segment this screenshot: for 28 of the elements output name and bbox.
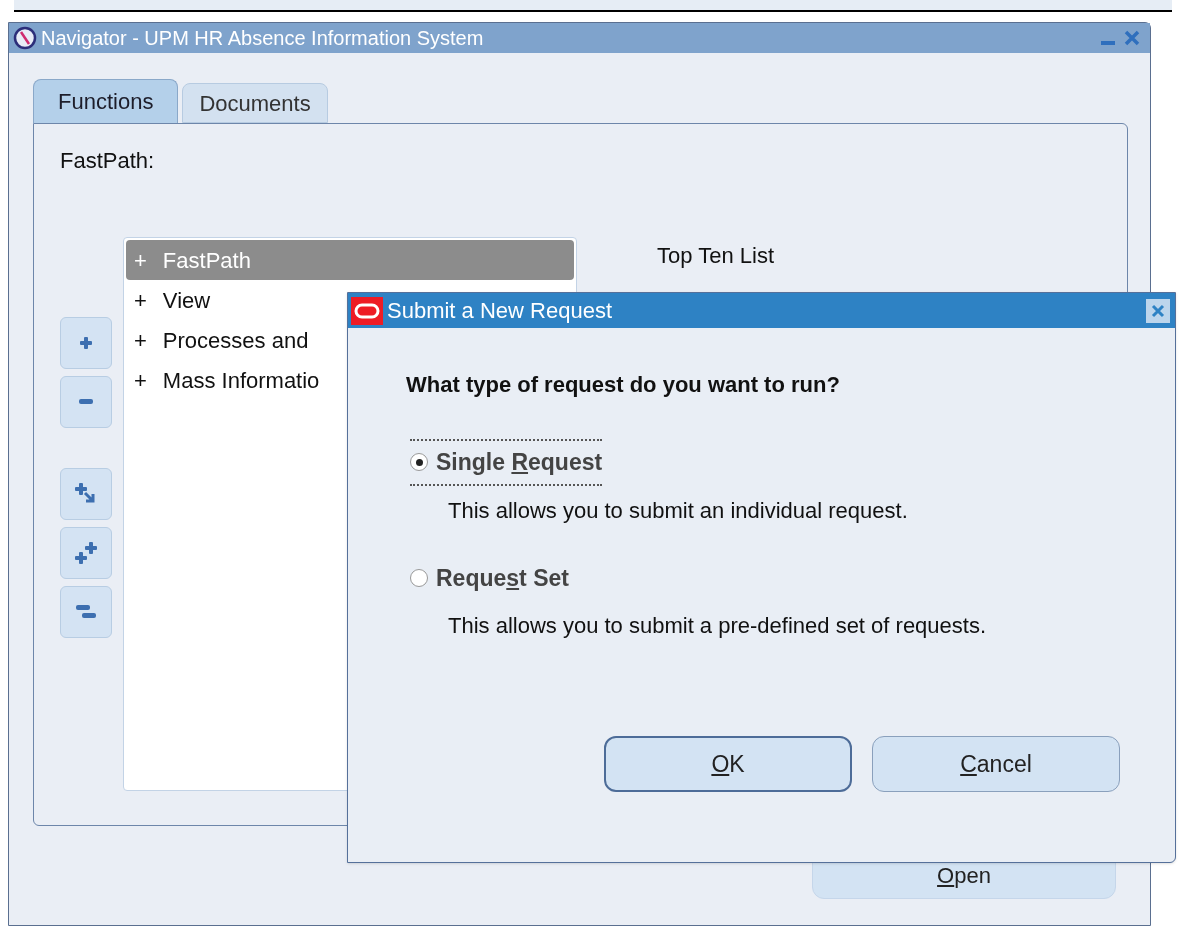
dialog-question: What type of request do you want to run?: [406, 371, 841, 399]
close-icon: [1124, 30, 1140, 46]
close-icon: [1151, 303, 1165, 318]
top-ten-label: Top Ten List: [657, 242, 774, 270]
tree-control-button[interactable]: [60, 376, 112, 428]
expand-icon: [79, 336, 93, 350]
collapse-icon: [79, 399, 93, 405]
option-description: This allows you to submit a pre-defined set of requests.: [448, 612, 988, 640]
fastpath-label: FastPath:: [60, 147, 156, 175]
dialog-title: Submit a New Request: [387, 297, 613, 325]
tree-control-button[interactable]: [60, 317, 112, 369]
compass-icon: [13, 26, 37, 50]
radio-button[interactable]: [410, 568, 428, 587]
dialog-button[interactable]: OK: [604, 736, 852, 792]
dialog-close-button[interactable]: [1146, 298, 1170, 323]
radio-option[interactable]: Single Request: [410, 439, 603, 486]
tree-control-button[interactable]: [60, 468, 112, 520]
tree-control-button[interactable]: [60, 586, 112, 638]
radio-option[interactable]: Request Set: [410, 554, 569, 601]
tab[interactable]: Functions: [33, 79, 179, 123]
tab[interactable]: Documents: [182, 83, 328, 123]
option-description: This allows you to submit an individual request.: [448, 496, 909, 525]
window-title: Navigator - UPM HR Absence Information System: [41, 26, 485, 51]
app-logo-icon: [351, 296, 383, 325]
radio-button[interactable]: [410, 453, 428, 472]
dialog-button[interactable]: Cancel: [872, 736, 1120, 792]
tree-control-button[interactable]: [60, 527, 112, 579]
expand-all-icon: [73, 540, 99, 566]
